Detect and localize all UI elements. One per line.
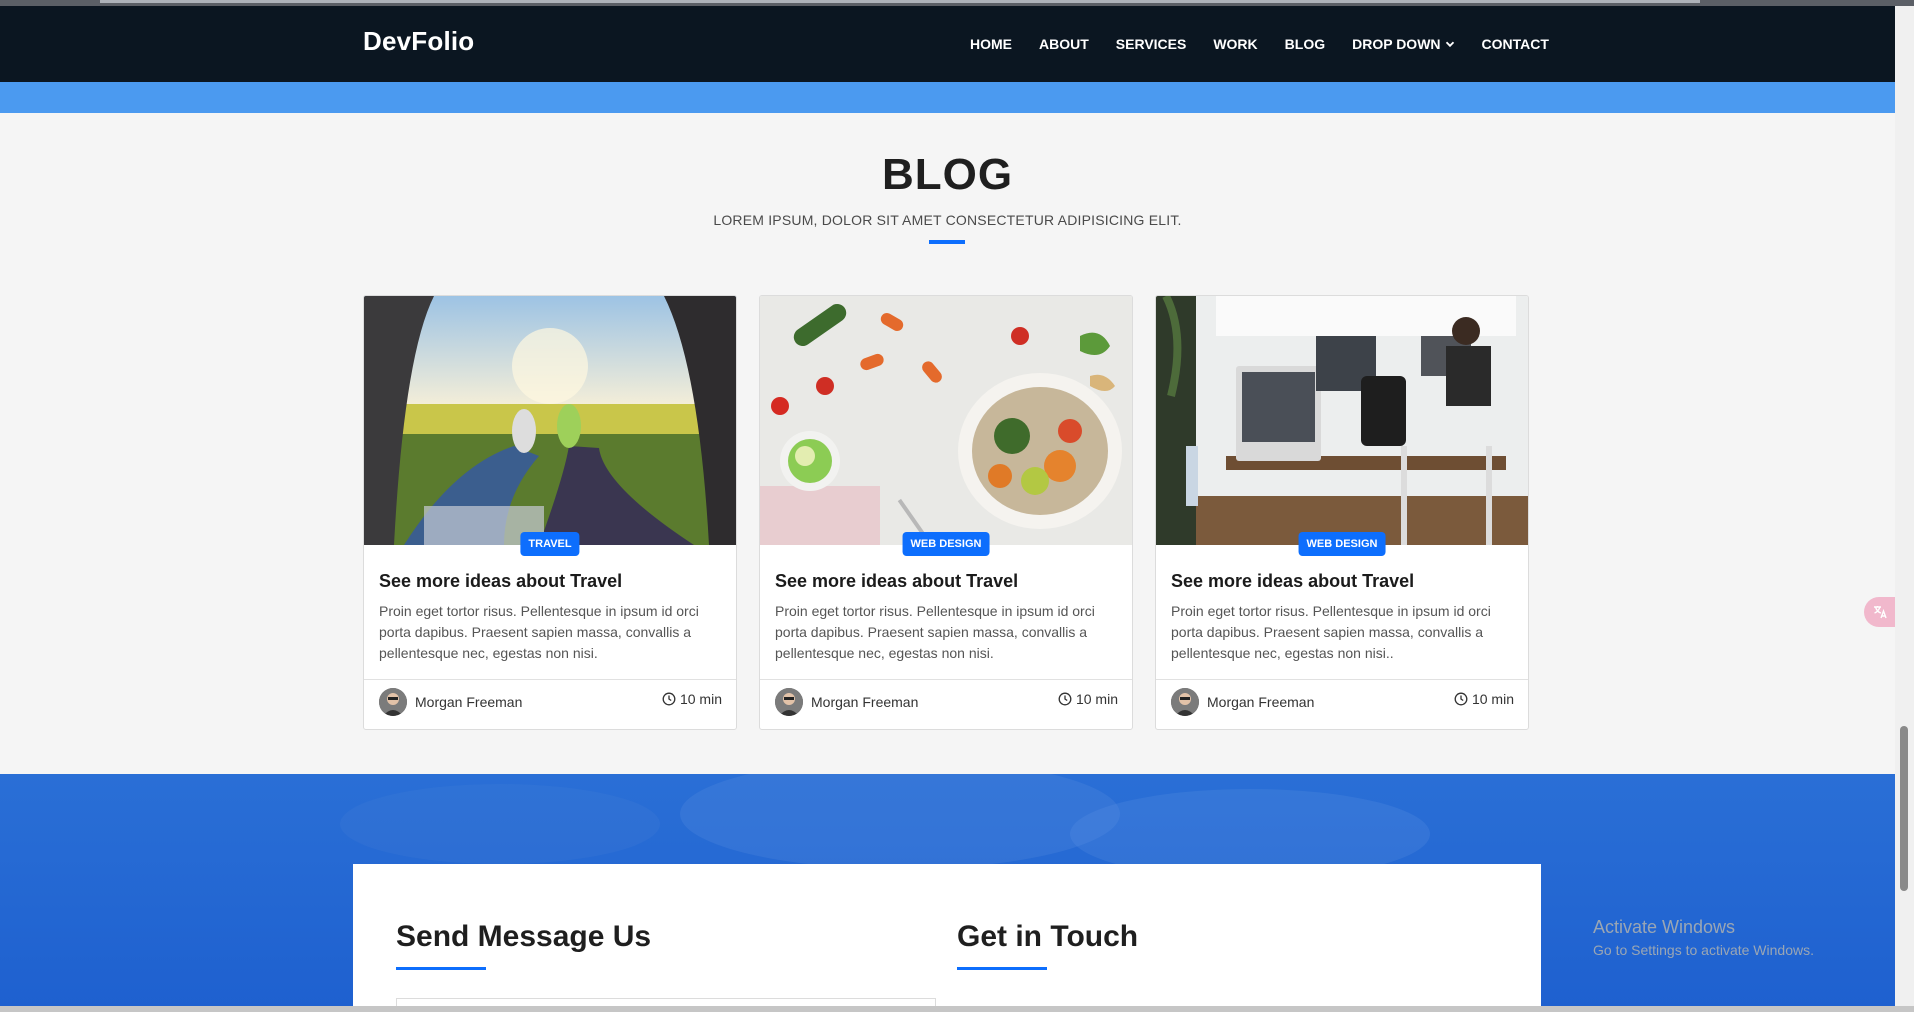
category-badge[interactable]: WEB DESIGN	[1298, 532, 1386, 556]
card-footer: Morgan Freeman 10 min	[760, 679, 1132, 729]
read-time-label: 10 min	[679, 691, 722, 707]
page: DevFolio HOME ABOUT SERVICES WORK BLOG D…	[0, 0, 1914, 1012]
nav-blog[interactable]: BLOG	[1285, 36, 1325, 52]
clock-icon	[1058, 692, 1072, 706]
card-text: Proin eget tortor risus. Pellentesque in…	[775, 603, 1095, 661]
send-message-underline	[396, 967, 486, 970]
blog-card[interactable]: WEB DESIGN See more ideas about Travel P…	[1155, 295, 1529, 730]
scrollbar-thumb[interactable]	[1900, 726, 1908, 891]
navbar: DevFolio HOME ABOUT SERVICES WORK BLOG D…	[0, 6, 1895, 82]
browser-bottom-edge	[0, 1006, 1914, 1012]
send-message-title: Send Message Us	[396, 920, 652, 953]
blog-card[interactable]: TRAVEL See more ideas about Travel Proin…	[363, 295, 737, 730]
get-in-touch-underline	[957, 967, 1047, 970]
read-time: 10 min	[1454, 691, 1514, 707]
travel-photo[interactable]	[364, 296, 736, 545]
author-name[interactable]: Morgan Freeman	[415, 694, 522, 710]
card-text: Proin eget tortor risus. Pellentesque in…	[1171, 603, 1491, 661]
nav-dropdown[interactable]: DROP DOWN	[1352, 36, 1454, 52]
nav-work[interactable]: WORK	[1213, 36, 1257, 52]
avatar	[379, 688, 407, 716]
clock-icon	[662, 692, 676, 706]
card-footer: Morgan Freeman 10 min	[364, 679, 736, 729]
get-in-touch-title: Get in Touch	[957, 920, 1139, 953]
read-time-label: 10 min	[1075, 691, 1118, 707]
card-footer: Morgan Freeman 10 min	[1156, 679, 1528, 729]
brand-logo[interactable]: DevFolio	[363, 26, 474, 57]
section-subtitle: LOREM IPSUM, DOLOR SIT AMET CONSECTETUR …	[713, 212, 1182, 228]
hero-band	[0, 82, 1895, 113]
food-photo[interactable]	[760, 296, 1132, 545]
avatar	[775, 688, 803, 716]
nav-home[interactable]: HOME	[970, 36, 1012, 52]
avatar	[1171, 688, 1199, 716]
clock-icon	[1454, 692, 1468, 706]
read-time: 10 min	[662, 691, 722, 707]
nav-contact[interactable]: CONTACT	[1482, 36, 1549, 52]
page-scrollbar[interactable]	[1895, 6, 1914, 1012]
nav-about[interactable]: ABOUT	[1039, 36, 1089, 52]
office-photo[interactable]	[1156, 296, 1528, 545]
card-title[interactable]: See more ideas about Travel	[775, 571, 1018, 592]
section-title: BLOG	[881, 150, 1014, 199]
author-name[interactable]: Morgan Freeman	[1207, 694, 1314, 710]
nav-services[interactable]: SERVICES	[1116, 36, 1187, 52]
main-nav: HOME ABOUT SERVICES WORK BLOG DROP DOWN …	[970, 36, 1549, 52]
read-time-label: 10 min	[1471, 691, 1514, 707]
blog-card[interactable]: WEB DESIGN See more ideas about Travel P…	[759, 295, 1133, 730]
activate-windows-hint: Go to Settings to activate Windows.	[1593, 942, 1814, 958]
chevron-down-icon	[1445, 41, 1454, 48]
section-underline	[929, 240, 965, 244]
card-text: Proin eget tortor risus. Pellentesque in…	[379, 603, 699, 661]
activate-windows-title: Activate Windows	[1593, 917, 1736, 937]
translate-icon[interactable]	[1864, 597, 1896, 627]
category-badge[interactable]: TRAVEL	[520, 532, 580, 556]
category-badge[interactable]: WEB DESIGN	[902, 532, 990, 556]
read-time: 10 min	[1058, 691, 1118, 707]
author-name[interactable]: Morgan Freeman	[811, 694, 918, 710]
card-title[interactable]: See more ideas about Travel	[1171, 571, 1414, 592]
card-title[interactable]: See more ideas about Travel	[379, 571, 622, 592]
nav-dropdown-label: DROP DOWN	[1352, 36, 1441, 52]
